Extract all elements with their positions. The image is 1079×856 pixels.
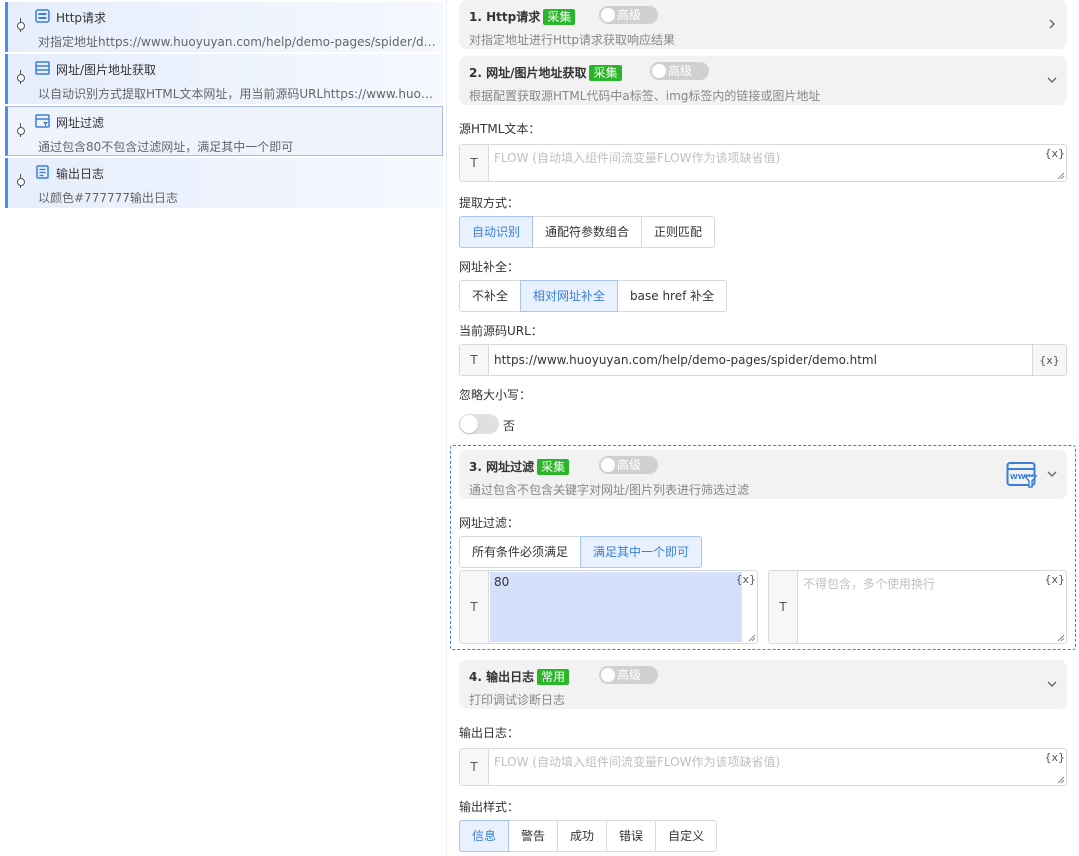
variable-icon[interactable]: {x}	[735, 573, 756, 586]
card-title: 2. 网址/图片地址获取 采集	[469, 64, 622, 81]
card-url-filter[interactable]: 3. 网址过滤 采集 高级 通过包含不包含关键字对网址/图片列表进行筛选过滤 WW…	[459, 450, 1067, 499]
chevron-right-icon[interactable]	[1045, 17, 1059, 31]
include-keywords-value: 80	[494, 575, 510, 589]
text-selection-highlight	[490, 572, 742, 642]
step-item-url-extract[interactable]: 网址/图片地址获取 以自动识别方式提取HTML文本网址，用当前源码URLhttp…	[5, 54, 443, 104]
card-title: 4. 输出日志 常用	[469, 668, 570, 685]
variable-icon[interactable]: {x}	[1044, 573, 1065, 586]
style-option-success[interactable]: 成功	[557, 820, 608, 852]
include-keywords-textarea[interactable]: T 80 {x}	[459, 570, 758, 644]
text-type-icon: T	[460, 571, 489, 643]
step-item-url-filter[interactable]: 网址过滤 通过包含80不包含过滤网址，满足其中一个即可	[5, 106, 443, 156]
extract-option-wildcard[interactable]: 通配符参数组合	[532, 216, 643, 248]
step-desc: 通过包含80不包含过滤网址，满足其中一个即可	[38, 140, 294, 154]
source-url-value: https://www.huoyuyan.com/help/demo-pages…	[494, 353, 877, 367]
output-log-textarea[interactable]: T FLOW (自动填入组件间流变量FLOW作为该项缺省值) {x}	[459, 748, 1067, 786]
step-list: Http请求 对指定地址https://www.huoyuyan.com/hel…	[0, 0, 445, 856]
variable-icon[interactable]: {x}	[1044, 147, 1065, 160]
output-log-icon	[36, 165, 49, 179]
resize-grip-icon[interactable]	[1057, 776, 1065, 784]
www-filter-icon: WWW	[1006, 462, 1038, 488]
text-type-icon: T	[460, 345, 489, 375]
resize-grip-icon[interactable]	[748, 634, 756, 642]
ignore-case-label: 忽略大小写：	[459, 388, 532, 402]
step-item-http[interactable]: Http请求 对指定地址https://www.huoyuyan.com/hel…	[5, 2, 443, 52]
drag-handle-icon[interactable]	[17, 174, 25, 188]
extract-mode-segment: 自动识别 通配符参数组合 正则匹配	[459, 216, 716, 248]
text-type-icon: T	[460, 145, 489, 181]
card-http-request[interactable]: 1. Http请求 采集 高级 对指定地址进行Http请求获取响应结果	[459, 0, 1067, 49]
filter-option-any[interactable]: 满足其中一个即可	[580, 536, 703, 568]
card-desc: 对指定地址进行Http请求获取响应结果	[469, 33, 676, 47]
card-desc: 打印调试诊断日志	[469, 693, 566, 707]
output-style-segment: 信息 警告 成功 错误 自定义	[459, 820, 718, 852]
card-output-log[interactable]: 4. 输出日志 常用 高级 打印调试诊断日志	[459, 660, 1067, 709]
advanced-toggle[interactable]: 高级	[599, 666, 658, 684]
step-desc: 以自动识别方式提取HTML文本网址，用当前源码URLhttps://www.hu…	[38, 87, 438, 101]
chevron-down-icon[interactable]	[1045, 677, 1059, 691]
text-type-icon: T	[460, 749, 489, 785]
variable-icon[interactable]: {x}	[1044, 751, 1065, 764]
card-desc: 通过包含不包含关键字对网址/图片列表进行筛选过滤	[469, 483, 750, 497]
drag-handle-icon[interactable]	[17, 18, 25, 32]
step-title: 网址过滤	[56, 116, 105, 130]
style-option-info[interactable]: 信息	[459, 820, 510, 852]
step-title: 输出日志	[56, 167, 105, 181]
category-badge: 采集	[543, 9, 576, 25]
complete-option-relative[interactable]: 相对网址补全	[520, 280, 619, 312]
resize-grip-icon[interactable]	[1057, 634, 1065, 642]
output-log-label: 输出日志：	[459, 726, 520, 740]
extract-option-auto[interactable]: 自动识别	[459, 216, 534, 248]
source-html-label: 源HTML文本：	[459, 122, 541, 136]
url-complete-segment: 不补全 相对网址补全 base href 补全	[459, 280, 728, 312]
chevron-down-icon[interactable]	[1045, 73, 1059, 87]
category-badge: 采集	[537, 459, 570, 475]
source-html-textarea[interactable]: T FLOW (自动填入组件间流变量FLOW作为该项缺省值) {x}	[459, 144, 1067, 182]
style-option-custom[interactable]: 自定义	[655, 820, 718, 852]
source-url-input[interactable]: T https://www.huoyuyan.com/help/demo-pag…	[459, 344, 1067, 376]
step-item-output-log[interactable]: 输出日志 以颜色#777777输出日志	[5, 158, 443, 208]
output-log-placeholder: FLOW (自动填入组件间流变量FLOW作为该项缺省值)	[494, 755, 781, 769]
extract-option-regex[interactable]: 正则匹配	[641, 216, 716, 248]
step-title: 网址/图片地址获取	[56, 63, 157, 77]
source-url-label: 当前源码URL：	[459, 324, 543, 338]
url-extract-icon	[35, 61, 50, 75]
style-option-error[interactable]: 错误	[606, 820, 657, 852]
exclude-keywords-placeholder: 不得包含，多个使用换行	[803, 577, 936, 591]
step-desc: 以颜色#777777输出日志	[38, 191, 178, 205]
chevron-down-icon[interactable]	[1045, 467, 1059, 481]
category-badge: 常用	[537, 669, 570, 685]
complete-option-base-href[interactable]: base href 补全	[617, 280, 728, 312]
resize-grip-icon[interactable]	[1057, 172, 1065, 180]
card-title: 3. 网址过滤 采集	[469, 458, 570, 475]
step-title: Http请求	[56, 11, 107, 25]
category-badge: 采集	[589, 65, 622, 81]
card-title: 1. Http请求 采集	[469, 8, 576, 25]
complete-option-none[interactable]: 不补全	[459, 280, 522, 312]
exclude-keywords-textarea[interactable]: T 不得包含，多个使用换行 {x}	[768, 570, 1067, 644]
advanced-toggle[interactable]: 高级	[650, 62, 709, 80]
advanced-toggle[interactable]: 高级	[599, 456, 658, 474]
output-style-label: 输出样式：	[459, 800, 520, 814]
card-desc: 根据配置获取源HTML代码中a标签、img标签内的链接或图片地址	[469, 89, 821, 103]
extract-mode-label: 提取方式：	[459, 196, 520, 210]
panel-divider	[446, 0, 447, 856]
ignore-case-value: 否	[503, 419, 516, 433]
url-filter-icon	[35, 114, 50, 128]
url-complete-label: 网址补全：	[459, 260, 520, 274]
style-option-warning[interactable]: 警告	[508, 820, 559, 852]
http-request-icon	[35, 9, 50, 23]
source-html-placeholder: FLOW (自动填入组件间流变量FLOW作为该项缺省值)	[494, 151, 781, 165]
filter-mode-segment: 所有条件必须满足 满足其中一个即可	[459, 536, 703, 568]
text-type-icon: T	[769, 571, 798, 643]
step-desc: 对指定地址https://www.huoyuyan.com/help/demo-…	[38, 35, 438, 49]
drag-handle-icon[interactable]	[17, 70, 25, 84]
url-filter-label: 网址过滤：	[459, 516, 520, 530]
advanced-toggle[interactable]: 高级	[599, 6, 658, 24]
drag-handle-icon[interactable]	[17, 123, 25, 137]
ignore-case-switch[interactable]	[459, 414, 499, 434]
card-url-extract[interactable]: 2. 网址/图片地址获取 采集 高级 根据配置获取源HTML代码中a标签、img标…	[459, 56, 1067, 105]
filter-option-all[interactable]: 所有条件必须满足	[459, 536, 582, 568]
variable-icon[interactable]: {x}	[1032, 345, 1066, 375]
